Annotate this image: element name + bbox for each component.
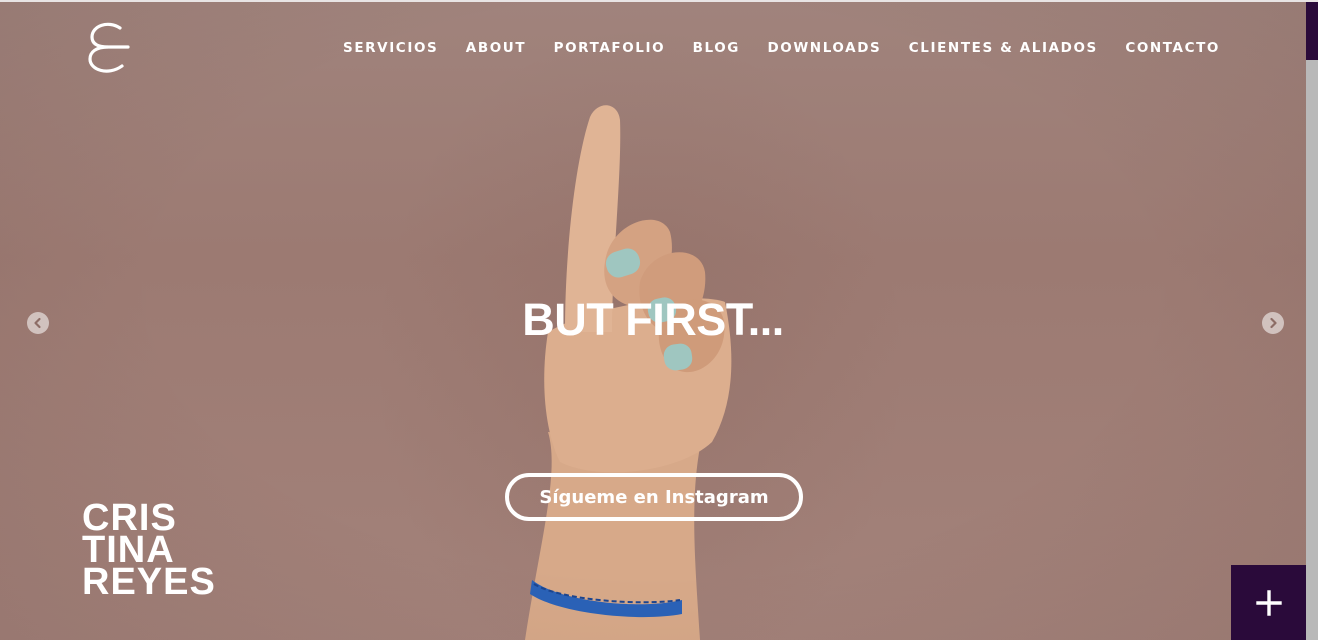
hero-headline: BUT FIRST... — [522, 294, 784, 345]
scrollbar-thumb[interactable] — [1306, 2, 1318, 60]
nav-item-servicios[interactable]: SERVICIOS — [343, 40, 438, 56]
expand-menu-button[interactable] — [1231, 565, 1306, 640]
plus-icon — [1255, 589, 1282, 616]
scrollbar-track[interactable] — [1306, 2, 1318, 640]
nav-item-blog[interactable]: BLOG — [693, 40, 740, 56]
brand-name-line: REYES — [82, 561, 216, 603]
instagram-follow-button[interactable]: Sígueme en Instagram — [505, 473, 803, 521]
c-monogram-icon[interactable] — [88, 20, 130, 74]
nav-item-about[interactable]: ABOUT — [466, 40, 526, 56]
nav-item-portafolio[interactable]: PORTAFOLIO — [554, 40, 666, 56]
nav-item-contacto[interactable]: CONTACTO — [1125, 40, 1220, 56]
nav-item-downloads[interactable]: DOWNLOADS — [767, 40, 881, 56]
main-nav: SERVICIOS ABOUT PORTAFOLIO BLOG DOWNLOAD… — [343, 38, 1220, 58]
brand-name[interactable]: CRIS TINA REYES — [82, 499, 216, 603]
nav-item-clientes-aliados[interactable]: CLIENTES & ALIADOS — [909, 40, 1098, 56]
